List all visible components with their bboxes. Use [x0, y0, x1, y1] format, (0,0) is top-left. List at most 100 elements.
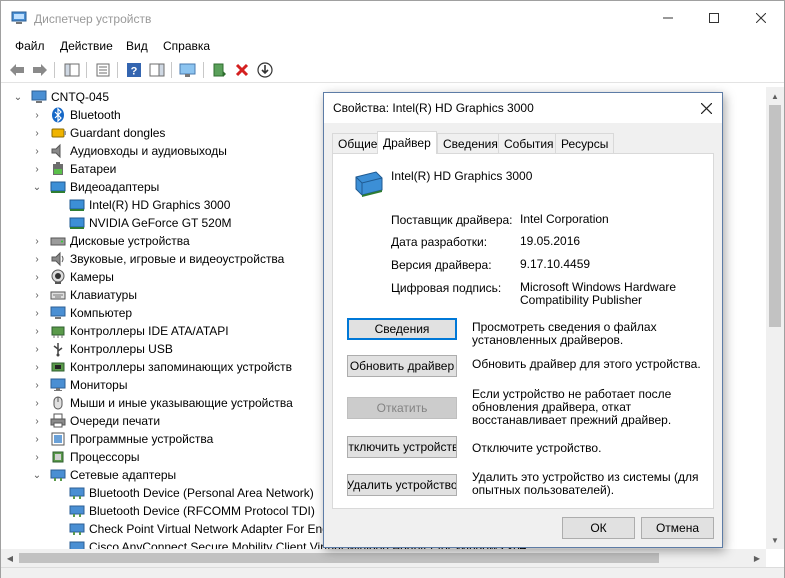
network-adapter-icon: [69, 503, 85, 519]
chevron-right-icon[interactable]: ›: [31, 163, 43, 175]
tree-item-network-adapters[interactable]: ⌄ Сетевые адаптеры: [31, 466, 176, 484]
menu-file[interactable]: Файл: [15, 39, 45, 53]
vertical-scrollbar[interactable]: ▲ ▼: [766, 87, 784, 549]
back-button[interactable]: [7, 60, 27, 80]
chevron-right-icon[interactable]: ›: [31, 307, 43, 319]
help-button[interactable]: ?: [124, 60, 144, 80]
scroll-down-arrow-icon[interactable]: ▼: [766, 531, 784, 549]
tree-item-software-devices[interactable]: › Программные устройства: [31, 430, 213, 448]
maximize-button[interactable]: [691, 1, 737, 34]
tree-item-keyboards[interactable]: › Клавиатуры: [31, 286, 137, 304]
dialog-close-button[interactable]: [690, 93, 722, 123]
tab-driver[interactable]: Драйвер: [377, 131, 437, 154]
menu-view[interactable]: Вид: [126, 39, 148, 53]
toolbar-separator: [203, 62, 204, 78]
close-icon: [756, 12, 766, 23]
action-pane-button[interactable]: [147, 60, 167, 80]
uninstall-device-button[interactable]: [232, 60, 252, 80]
tree-device-label: NVIDIA GeForce GT 520M: [89, 216, 232, 230]
chevron-right-icon[interactable]: ›: [31, 235, 43, 247]
chevron-right-icon[interactable]: ›: [31, 397, 43, 409]
menu-help[interactable]: Справка: [163, 39, 210, 53]
chevron-right-icon[interactable]: ›: [31, 361, 43, 373]
chevron-right-icon[interactable]: ›: [31, 325, 43, 337]
tree-item-audio-io[interactable]: › Аудиовходы и аудиовыходы: [31, 142, 227, 160]
tab-resources[interactable]: Ресурсы: [555, 133, 615, 153]
tree-item-mice[interactable]: › Мыши и иные указывающие устройства: [31, 394, 292, 412]
tree-device-checkpoint[interactable]: Check Point Virtual Network Adapter For …: [69, 520, 329, 538]
tree-item-label: Программные устройства: [70, 432, 214, 446]
tree-item-processors[interactable]: › Процессоры: [31, 448, 139, 466]
chevron-right-icon[interactable]: ›: [31, 127, 43, 139]
chevron-down-icon[interactable]: ⌄: [31, 181, 43, 193]
chevron-right-icon[interactable]: ›: [31, 451, 43, 463]
minimize-button[interactable]: [645, 1, 691, 34]
tree-item-usb-controllers[interactable]: › Контроллеры USB: [31, 340, 173, 358]
forward-button[interactable]: [30, 60, 50, 80]
chevron-right-icon[interactable]: ›: [31, 271, 43, 283]
mouse-icon: [50, 395, 66, 411]
help-icon: ?: [127, 63, 141, 78]
tree-item-print-queues[interactable]: › Очереди печати: [31, 412, 160, 430]
maximize-icon: [709, 12, 719, 23]
tree-item-disk-drives[interactable]: › Дисковые устройства: [31, 232, 189, 250]
software-device-icon: [50, 431, 66, 447]
tree-item-sound-devices[interactable]: › Звуковые, игровые и видеоустройства: [31, 250, 284, 268]
tree-device-nvidia[interactable]: NVIDIA GeForce GT 520M: [69, 214, 232, 232]
chevron-right-icon[interactable]: ›: [31, 253, 43, 265]
dialog-title-bar: Свойства: Intel(R) HD Graphics 3000: [324, 93, 722, 123]
vertical-scroll-thumb[interactable]: [769, 105, 781, 327]
horizontal-scrollbar[interactable]: ◀ ▶: [1, 549, 766, 567]
tab-general[interactable]: Общие: [332, 133, 384, 153]
chevron-right-icon[interactable]: ›: [31, 379, 43, 391]
driver-details-button[interactable]: Сведения: [347, 318, 457, 340]
monitor-icon: [50, 377, 66, 393]
horizontal-scroll-thumb[interactable]: [19, 553, 659, 563]
cancel-button[interactable]: Отмена: [641, 517, 714, 539]
chevron-right-icon[interactable]: ›: [31, 433, 43, 445]
chevron-right-icon[interactable]: ›: [31, 343, 43, 355]
chevron-right-icon[interactable]: ›: [31, 145, 43, 157]
update-driver-button[interactable]: Обновить драйвер: [347, 355, 457, 377]
disable-device-button[interactable]: Отключить устройство: [347, 436, 457, 458]
rollback-driver-button[interactable]: Откатить: [347, 397, 457, 419]
tree-item-display-adapters[interactable]: ⌄ Видеоадаптеры: [31, 178, 159, 196]
ok-button[interactable]: ОК: [562, 517, 635, 539]
download-circle-icon: [257, 62, 273, 78]
chevron-right-icon[interactable]: ›: [31, 415, 43, 427]
scroll-up-arrow-icon[interactable]: ▲: [766, 87, 784, 105]
tree-item-computer[interactable]: › Компьютер: [31, 304, 132, 322]
tree-device-bt-pan[interactable]: Bluetooth Device (Personal Area Network): [69, 484, 314, 502]
chevron-right-icon[interactable]: ›: [31, 289, 43, 301]
tree-item-ide-controllers[interactable]: › Контроллеры IDE ATA/ATAPI: [31, 322, 229, 340]
tab-details[interactable]: Сведения: [437, 133, 504, 153]
scroll-right-arrow-icon[interactable]: ▶: [748, 549, 766, 567]
tree-item-bluetooth[interactable]: › Bluetooth: [31, 106, 121, 124]
scan-hardware-button[interactable]: [178, 60, 198, 80]
disable-device-button[interactable]: [255, 60, 275, 80]
computer-icon: [31, 89, 47, 105]
driver-tab-panel: Intel(R) HD Graphics 3000 Поставщик драй…: [332, 153, 714, 509]
scroll-left-arrow-icon[interactable]: ◀: [1, 549, 19, 567]
menu-action[interactable]: Действие: [60, 39, 113, 53]
chevron-down-icon[interactable]: ⌄: [12, 91, 24, 103]
description-line: установленных драйверов.: [472, 333, 624, 347]
tree-device-bt-rfcomm[interactable]: Bluetooth Device (RFCOMM Protocol TDI): [69, 502, 315, 520]
tree-item-label: Контроллеры запоминающих устройств: [70, 360, 292, 374]
tree-item-guardant[interactable]: › Guardant dongles: [31, 124, 165, 142]
tab-events[interactable]: События: [498, 133, 560, 153]
show-hide-console-tree-button[interactable]: [62, 60, 82, 80]
chevron-right-icon[interactable]: ›: [31, 109, 43, 121]
tree-item-batteries[interactable]: › Батареи: [31, 160, 116, 178]
properties-button[interactable]: [93, 60, 113, 80]
uninstall-device-button[interactable]: Удалить устройство: [347, 474, 457, 496]
chevron-down-icon[interactable]: ⌄: [31, 469, 43, 481]
close-button[interactable]: [738, 1, 784, 34]
display-adapter-icon: [355, 171, 383, 197]
tree-root[interactable]: ⌄ CNTQ-045: [12, 88, 109, 106]
tree-item-cameras[interactable]: › Камеры: [31, 268, 114, 286]
tree-item-monitors[interactable]: › Мониторы: [31, 376, 127, 394]
tree-device-intel-hd[interactable]: Intel(R) HD Graphics 3000: [69, 196, 230, 214]
tree-item-storage-controllers[interactable]: › Контроллеры запоминающих устройств: [31, 358, 292, 376]
update-driver-button[interactable]: [209, 60, 229, 80]
